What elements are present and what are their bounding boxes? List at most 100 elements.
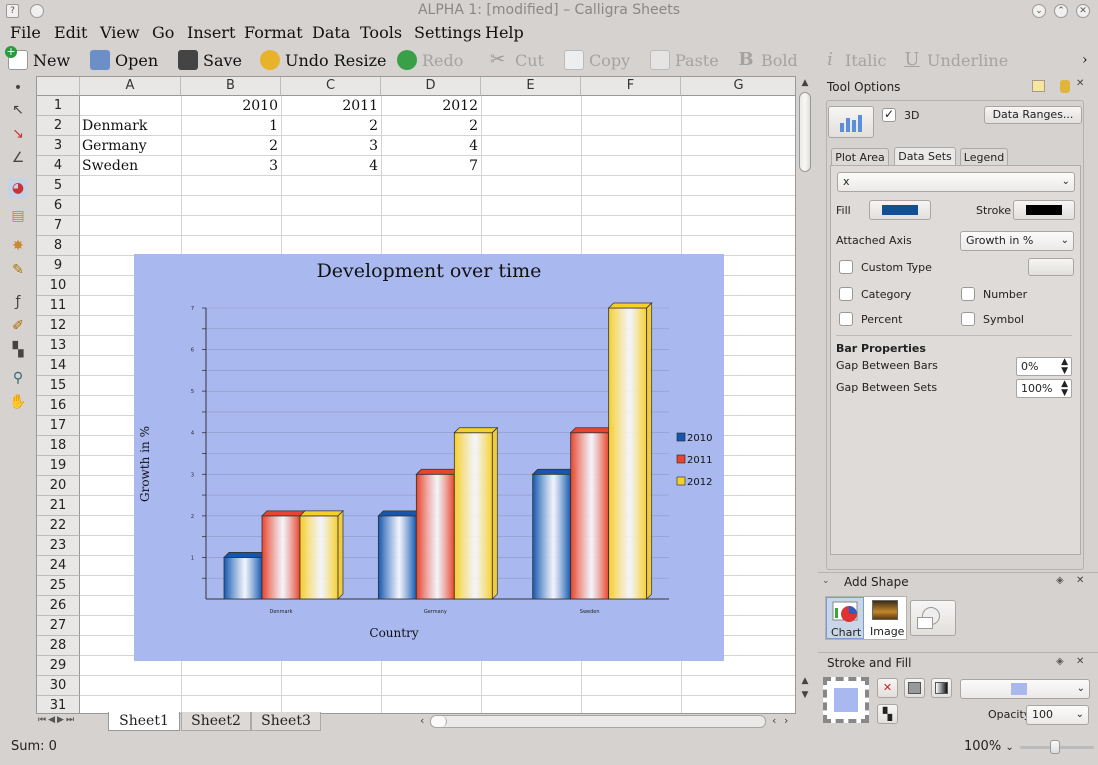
chart-type-button[interactable] bbox=[828, 106, 874, 138]
new-button[interactable]: + New bbox=[5, 46, 70, 72]
pattern-tool-icon[interactable]: ▚ bbox=[8, 340, 28, 360]
percent-checkbox[interactable] bbox=[839, 312, 853, 326]
row-header[interactable]: 12 bbox=[37, 316, 80, 336]
chart-tool-icon[interactable]: ◕ bbox=[8, 178, 28, 198]
cell-c4[interactable]: 4 bbox=[281, 156, 381, 176]
cell-d2[interactable]: 2 bbox=[381, 116, 481, 136]
stepper-icon[interactable]: ▲ ▼ bbox=[1061, 380, 1068, 398]
attached-axis-select[interactable]: Growth in % ⌄ bbox=[960, 231, 1074, 251]
cell-b3[interactable]: 2 bbox=[181, 136, 281, 156]
stepper-icon[interactable]: ▲ ▼ bbox=[1061, 358, 1068, 376]
column-header-e[interactable]: E bbox=[481, 77, 581, 96]
fill-color-combo[interactable]: ⌄ bbox=[960, 679, 1090, 699]
tab-legend[interactable]: Legend bbox=[960, 148, 1008, 166]
number-checkbox[interactable] bbox=[961, 287, 975, 301]
menu-format[interactable]: Format bbox=[244, 23, 303, 42]
no-fill-icon[interactable]: ✕ bbox=[877, 678, 898, 698]
row-header[interactable]: 10 bbox=[37, 276, 80, 296]
row-header[interactable]: 13 bbox=[37, 336, 80, 356]
row-header[interactable]: 29 bbox=[37, 656, 80, 676]
three-d-checkbox[interactable]: ✓ bbox=[882, 108, 896, 122]
custom-type-checkbox[interactable] bbox=[839, 260, 853, 274]
cell-a4[interactable]: Sweden bbox=[82, 156, 181, 176]
row-header[interactable]: 14 bbox=[37, 356, 80, 376]
corner-header[interactable] bbox=[37, 77, 80, 96]
row-header[interactable]: 7 bbox=[37, 216, 80, 236]
pencil-tool-icon[interactable]: ✎ bbox=[8, 260, 28, 280]
row-header[interactable]: 23 bbox=[37, 536, 80, 556]
cell-b2[interactable]: 1 bbox=[181, 116, 281, 136]
cell-tool-icon[interactable]: ▤ bbox=[8, 206, 28, 226]
scroll-right-icon[interactable]: › bbox=[784, 714, 788, 727]
pan-tool-icon[interactable]: ✋ bbox=[8, 392, 28, 412]
cell-c3[interactable]: 3 bbox=[281, 136, 381, 156]
row-header[interactable]: 1 bbox=[37, 96, 80, 116]
horizontal-scroll-thumb[interactable] bbox=[431, 716, 447, 727]
gradient-fill-button[interactable] bbox=[931, 678, 952, 698]
data-ranges-button[interactable]: Data Ranges... bbox=[984, 106, 1082, 124]
dataset-select[interactable]: x ⌄ bbox=[837, 172, 1075, 192]
close-docker-icon[interactable]: ✕ bbox=[1076, 78, 1084, 89]
row-header[interactable]: 26 bbox=[37, 596, 80, 616]
row-header[interactable]: 27 bbox=[37, 616, 80, 636]
row-header[interactable]: 20 bbox=[37, 476, 80, 496]
tab-sheet2[interactable]: Sheet2 bbox=[181, 712, 251, 731]
stroke-fill-preview[interactable] bbox=[823, 677, 869, 723]
row-header[interactable]: 17 bbox=[37, 416, 80, 436]
row-header[interactable]: 24 bbox=[37, 556, 80, 576]
solid-fill-button[interactable] bbox=[904, 678, 925, 698]
row-header[interactable]: 9 bbox=[37, 256, 80, 276]
close-docker-icon[interactable]: ✕ bbox=[1076, 656, 1084, 667]
cell-c2[interactable]: 2 bbox=[281, 116, 381, 136]
menu-file[interactable]: File bbox=[10, 23, 41, 42]
embedded-chart[interactable]: Development over time Country Growth in % 1… bbox=[134, 254, 724, 661]
tab-plot-area[interactable]: Plot Area bbox=[831, 148, 889, 166]
fill-color-button[interactable] bbox=[869, 200, 931, 220]
underline-button[interactable]: U Underline bbox=[902, 48, 1008, 72]
pattern-fill-icon[interactable]: ▚ bbox=[877, 704, 898, 724]
cell-d1[interactable]: 2012 bbox=[381, 96, 481, 116]
tab-sheet3[interactable]: Sheet3 bbox=[251, 712, 321, 731]
column-header-a[interactable]: A bbox=[80, 77, 181, 96]
close-icon[interactable]: ✕ bbox=[1076, 4, 1090, 18]
cell-b4[interactable]: 3 bbox=[181, 156, 281, 176]
select-tool-icon[interactable]: ↖ bbox=[8, 100, 28, 120]
eyedropper-tool-icon[interactable]: ✐ bbox=[8, 316, 28, 336]
float-docker-icon[interactable]: ◈ bbox=[1056, 575, 1064, 586]
menu-edit[interactable]: Edit bbox=[54, 23, 87, 42]
scroll-left-icon[interactable]: ‹ bbox=[772, 714, 776, 727]
gradient-tool-icon[interactable]: ✸ bbox=[8, 236, 28, 256]
gap-between-bars-spinbox[interactable]: 0% ▲ ▼ bbox=[1016, 357, 1072, 376]
horizontal-scrollbar[interactable] bbox=[430, 715, 766, 728]
cell-a2[interactable]: Denmark bbox=[82, 116, 181, 136]
close-docker-icon[interactable]: ✕ bbox=[1076, 575, 1084, 586]
cell-d4[interactable]: 7 bbox=[381, 156, 481, 176]
row-header[interactable]: 28 bbox=[37, 636, 80, 656]
gap-between-sets-spinbox[interactable]: 100% ▲ ▼ bbox=[1016, 379, 1072, 398]
row-header[interactable]: 19 bbox=[37, 456, 80, 476]
freehand-tool-icon[interactable]: ∠ bbox=[8, 148, 28, 168]
zoom-slider[interactable] bbox=[1020, 740, 1094, 754]
redo-button[interactable]: Redo bbox=[397, 48, 463, 72]
lock-icon[interactable] bbox=[1060, 80, 1070, 93]
tab-sheet1[interactable]: Sheet1 bbox=[108, 712, 180, 731]
float-docker-icon[interactable]: ◈ bbox=[1056, 656, 1064, 667]
scroll-up-icon[interactable]: ▲ bbox=[798, 676, 812, 688]
scroll-up-icon[interactable]: ▲ bbox=[798, 78, 812, 90]
row-header[interactable]: 30 bbox=[37, 676, 80, 696]
row-header[interactable]: 5 bbox=[37, 176, 80, 196]
collapse-icon[interactable]: ⌄ bbox=[822, 576, 830, 586]
tab-nav-arrows-icon[interactable]: ⏮◀▶⏭ bbox=[38, 715, 76, 725]
menu-tools[interactable]: Tools bbox=[360, 23, 402, 42]
row-header[interactable]: 8 bbox=[37, 236, 80, 256]
path-tool-icon[interactable]: ↘ bbox=[8, 124, 28, 144]
menu-go[interactable]: Go bbox=[152, 23, 174, 42]
row-header[interactable]: 22 bbox=[37, 516, 80, 536]
stroke-color-button[interactable] bbox=[1013, 200, 1075, 220]
row-header[interactable]: 16 bbox=[37, 396, 80, 416]
cell-b1[interactable]: 2010 bbox=[181, 96, 281, 116]
custom-type-button[interactable] bbox=[1028, 258, 1074, 276]
tab-data-sets[interactable]: Data Sets bbox=[894, 147, 956, 166]
menu-insert[interactable]: Insert bbox=[187, 23, 235, 42]
column-header-c[interactable]: C bbox=[281, 77, 381, 96]
